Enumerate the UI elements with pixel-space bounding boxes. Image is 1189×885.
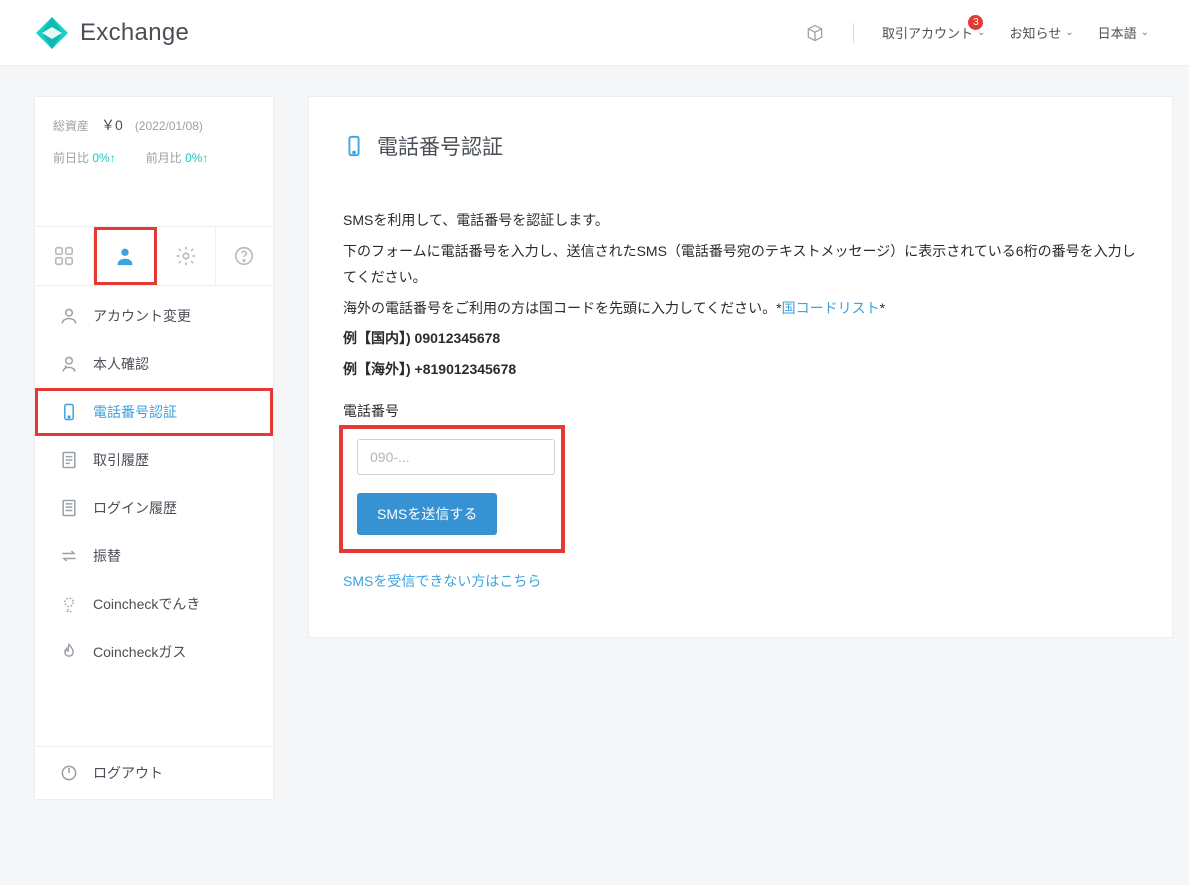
- chevron-down-icon: ⌄: [1141, 27, 1149, 38]
- tab-profile[interactable]: [94, 227, 158, 285]
- brand-title: Exchange: [80, 19, 189, 47]
- sidebar-item-account-change[interactable]: アカウント変更: [35, 292, 273, 340]
- sms-help-link[interactable]: SMSを受信できない方はこちら: [343, 571, 541, 591]
- list-icon: [59, 498, 79, 518]
- chevron-down-icon: ⌄: [1065, 27, 1073, 38]
- tab-help[interactable]: [216, 227, 274, 285]
- example-domestic: 例【国内】) 09012345678: [343, 325, 1138, 352]
- phone-input[interactable]: [357, 439, 555, 475]
- bulb-icon: [59, 594, 79, 614]
- description-1: SMSを利用して、電話番号を認証します。: [343, 207, 1138, 234]
- balance-date: (2022/01/08): [135, 119, 203, 133]
- gear-icon: [175, 245, 197, 267]
- sidebar-item-label: ログイン履歴: [93, 498, 177, 518]
- logo[interactable]: Exchange: [34, 15, 189, 51]
- sidebar-item-label: 取引履歴: [93, 450, 149, 470]
- menu-notice[interactable]: お知らせ ⌄: [1009, 23, 1073, 42]
- example-overseas: 例【海外】) +819012345678: [343, 356, 1138, 383]
- main-card: 電話番号認証 SMSを利用して、電話番号を認証します。 下のフォームに電話番号を…: [308, 96, 1173, 638]
- balance-label: 総資産: [53, 117, 89, 134]
- phone-form-highlight: SMSを送信する: [339, 425, 565, 553]
- sidebar-item-label: Coincheckガス: [93, 642, 186, 662]
- sidebar-item-label: ログアウト: [93, 763, 163, 783]
- sidebar-item-coincheck-gas[interactable]: Coincheckガス: [35, 628, 273, 676]
- page-title-text: 電話番号認証: [377, 131, 503, 161]
- header-right: 取引アカウント ⌄ 3 お知らせ ⌄ 日本語 ⌄: [805, 23, 1149, 43]
- balance-value: ￥0: [101, 115, 123, 135]
- power-icon: [59, 763, 79, 783]
- header: Exchange 取引アカウント ⌄ 3 お知らせ ⌄ 日本語 ⌄: [0, 0, 1189, 66]
- user-small-icon: [59, 306, 79, 326]
- dod: 前日比 0%↑: [53, 149, 116, 166]
- sidebar-item-identity[interactable]: 本人確認: [35, 340, 273, 388]
- menu-account-label: 取引アカウント: [882, 23, 973, 42]
- country-code-link[interactable]: 国コードリスト: [782, 300, 880, 316]
- sidebar-item-phone-auth[interactable]: 電話番号認証: [35, 388, 273, 436]
- menu-language[interactable]: 日本語 ⌄: [1098, 23, 1149, 42]
- id-icon: [59, 354, 79, 374]
- sidebar-item-label: 振替: [93, 546, 121, 566]
- flame-icon: [59, 642, 79, 662]
- sidebar-item-label: 電話番号認証: [93, 402, 177, 422]
- sidebar-item-label: 本人確認: [93, 354, 149, 374]
- page-title: 電話番号認証: [343, 131, 1138, 161]
- sidebar: 総資産 ￥0 (2022/01/08) 前日比 0%↑ 前月比 0%↑: [34, 96, 274, 800]
- phone-icon: [343, 132, 365, 160]
- sidebar-item-trade-history[interactable]: 取引履歴: [35, 436, 273, 484]
- phone-icon: [59, 402, 79, 422]
- user-icon: [114, 245, 136, 267]
- menu-language-label: 日本語: [1098, 23, 1137, 42]
- logo-icon: [34, 15, 70, 51]
- grid-icon: [53, 245, 75, 267]
- apps-icon[interactable]: [805, 23, 825, 43]
- phone-label: 電話番号: [343, 401, 1138, 421]
- send-sms-button[interactable]: SMSを送信する: [357, 493, 497, 535]
- sidebar-item-login-history[interactable]: ログイン履歴: [35, 484, 273, 532]
- description-2: 下のフォームに電話番号を入力し、送信されたSMS（電話番号宛のテキストメッセージ…: [343, 238, 1138, 291]
- sidebar-item-logout[interactable]: ログアウト: [35, 746, 273, 799]
- sidebar-tabs: [35, 227, 273, 286]
- tab-settings[interactable]: [157, 227, 216, 285]
- menu-notice-label: お知らせ: [1009, 23, 1061, 42]
- description-3: 海外の電話番号をご利用の方は国コードを先頭に入力してください。*国コードリスト*: [343, 295, 1138, 322]
- question-icon: [233, 245, 255, 267]
- header-divider: [853, 23, 854, 43]
- sidebar-list: アカウント変更 本人確認 電話番号認証 取引履歴 ログイン履歴 振替: [35, 286, 273, 746]
- balance-box: 総資産 ￥0 (2022/01/08) 前日比 0%↑ 前月比 0%↑: [35, 97, 273, 227]
- document-icon: [59, 450, 79, 470]
- mom: 前月比 0%↑: [146, 149, 209, 166]
- sidebar-item-label: Coincheckでんき: [93, 594, 200, 614]
- menu-account[interactable]: 取引アカウント ⌄ 3: [882, 23, 985, 42]
- sidebar-item-transfer[interactable]: 振替: [35, 532, 273, 580]
- sidebar-item-label: アカウント変更: [93, 306, 191, 326]
- tab-dashboard[interactable]: [35, 227, 94, 285]
- transfer-icon: [59, 546, 79, 566]
- page-body: 総資産 ￥0 (2022/01/08) 前日比 0%↑ 前月比 0%↑: [0, 66, 1189, 830]
- sidebar-item-coincheck-denki[interactable]: Coincheckでんき: [35, 580, 273, 628]
